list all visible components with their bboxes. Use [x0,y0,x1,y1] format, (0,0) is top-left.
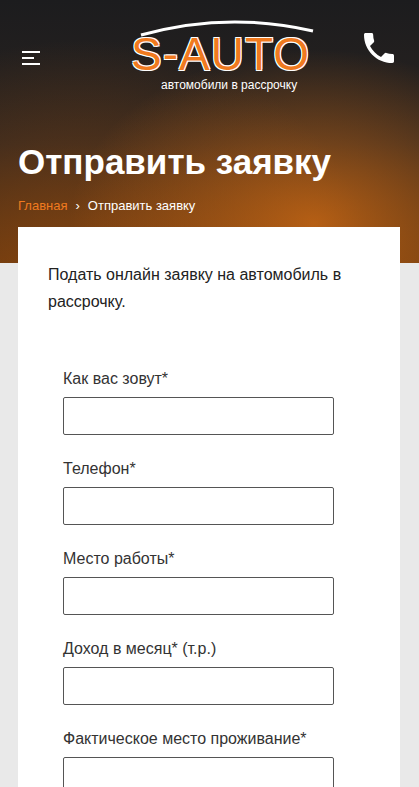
text-input[interactable] [63,487,334,525]
form-intro: Подать онлайн заявку на автомобиль в рас… [48,261,370,315]
form-field: Фактическое место проживание* [63,729,334,787]
breadcrumb-item: Отправить заявку [88,198,196,213]
text-input[interactable] [63,757,334,787]
field-label: Телефон* [63,459,334,479]
field-label: Как вас зовут* [63,369,334,389]
form-field: Место работы* [63,549,334,615]
form-field: Доход в месяц* (т.р.) [63,639,334,705]
swoosh-icon [137,17,317,37]
text-input[interactable] [63,577,334,615]
top-bar: S-AUTO автомобили в рассрочку [18,0,401,106]
field-label: Доход в месяц* (т.р.) [63,639,334,659]
form-field: Телефон* [63,459,334,525]
phone-icon[interactable] [359,28,399,68]
text-input[interactable] [63,667,334,705]
logo[interactable]: S-AUTO автомобили в рассрочку [131,25,310,92]
field-label: Место работы* [63,549,334,569]
breadcrumb-separator: › [75,198,79,213]
logo-title: S-AUTO [131,31,310,77]
page-title: Отправить заявку [18,142,401,182]
logo-subtitle: автомобили в рассрочку [161,78,297,92]
menu-icon[interactable] [22,51,42,65]
form-card: Подать онлайн заявку на автомобиль в рас… [18,227,400,787]
field-label: Фактическое место проживание* [63,729,334,749]
text-input[interactable] [63,397,334,435]
form-field: Как вас зовут* [63,369,334,435]
page: S-AUTO автомобили в рассрочку Отправить … [0,0,419,787]
breadcrumbs: Главная › Отправить заявку [18,198,401,213]
breadcrumb-item[interactable]: Главная [18,198,67,213]
hero-header: S-AUTO автомобили в рассрочку Отправить … [0,0,419,263]
application-form: Как вас зовут* Телефон* Место работы* До… [48,315,370,787]
